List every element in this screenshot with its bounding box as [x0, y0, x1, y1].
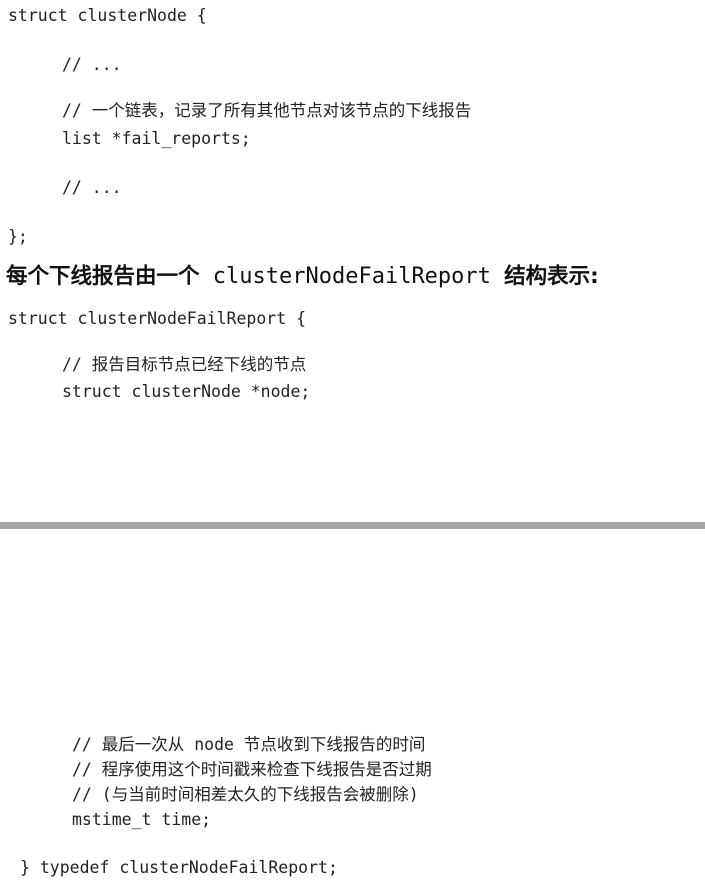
- code-line-comment-node: // 报告目标节点已经下线的节点: [62, 355, 307, 374]
- code-line-comment-time: // 最后一次从 node 节点收到下线报告的时间: [72, 735, 426, 754]
- heading-prefix: 每个下线报告由一个: [6, 264, 200, 289]
- code-line-comment-fail-reports: // 一个链表，记录了所有其他节点对该节点的下线报告: [62, 101, 472, 120]
- code-line-typedef: } typedef clusterNodeFailReport;: [20, 858, 338, 877]
- code-line-comment-timestamp: // 程序使用这个时间戳来检查下线报告是否过期: [72, 760, 432, 779]
- code-line-comment-ellipsis: // ...: [62, 178, 122, 197]
- code-line-comment-ellipsis: // ...: [62, 55, 122, 74]
- code-line-struct-node: struct clusterNode *node;: [62, 382, 311, 401]
- code-line-close-brace: };: [8, 227, 28, 246]
- page-divider: [0, 522, 705, 529]
- heading-suffix: 结构表示:: [504, 264, 599, 289]
- code-line-comment-delete: // (与当前时间相差太久的下线报告会被删除): [72, 785, 419, 804]
- paragraph-heading: 每个下线报告由一个 clusterNodeFailReport 结构表示:: [6, 266, 599, 288]
- heading-code: clusterNodeFailReport: [199, 264, 505, 289]
- code-line-struct-clusternode: struct clusterNode {: [8, 6, 207, 25]
- code-line-mstime: mstime_t time;: [72, 810, 212, 829]
- code-line-struct-failreport: struct clusterNodeFailReport {: [8, 309, 307, 328]
- code-line-list-fail-reports: list *fail_reports;: [62, 129, 251, 148]
